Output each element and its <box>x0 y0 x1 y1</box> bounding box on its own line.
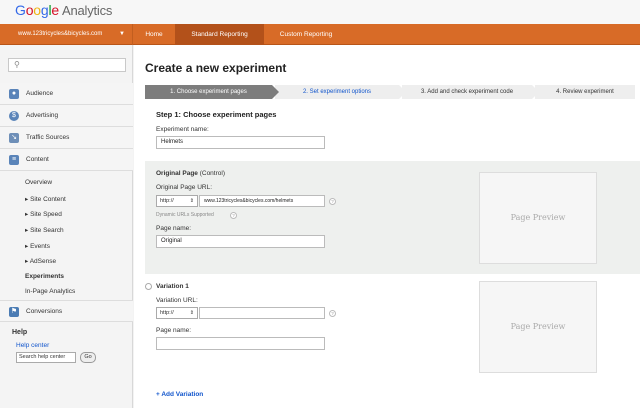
variation-protocol-select[interactable]: http://⇕ <box>156 307 198 319</box>
original-page-name-label: Page name: <box>156 225 192 232</box>
arrows-icon: ↘ <box>9 133 19 143</box>
google-analytics-logo[interactable]: Google Analytics <box>15 2 112 18</box>
help-question-icon[interactable]: ? <box>329 310 336 317</box>
search-icon: ⚲ <box>14 60 20 69</box>
help-heading: Help <box>12 329 28 336</box>
sidebar-subitem-events[interactable]: ▸ Events <box>25 242 50 250</box>
sidebar-subitem-site-search[interactable]: ▸ Site Search <box>25 226 64 234</box>
people-icon: ● <box>9 89 19 99</box>
account-label: www.123tricycles&bicycles.com <box>18 31 103 37</box>
sidebar-subitem-site-content[interactable]: ▸ Site Content <box>25 195 66 203</box>
updown-icon: ⇕ <box>189 310 194 316</box>
caret-down-icon: ▼ <box>119 31 125 37</box>
step-add-code[interactable]: 3. Add and check experiment code <box>402 85 539 99</box>
sidebar-item-advertising[interactable]: $ Advertising <box>0 105 133 127</box>
document-icon: ≡ <box>9 155 19 165</box>
dollar-icon: $ <box>9 111 19 121</box>
variation-heading: Variation 1 <box>156 283 189 290</box>
main-content: Create a new experiment 1. Choose experi… <box>134 45 640 408</box>
tab-custom-reporting[interactable]: Custom Reporting <box>264 24 348 45</box>
account-selector[interactable]: www.123tricycles&bicycles.com ▼ <box>0 24 133 45</box>
original-page-name-input[interactable]: Original <box>156 235 325 248</box>
tab-standard-reporting[interactable]: Standard Reporting <box>175 24 264 45</box>
original-url-input[interactable]: www.123tricycles&bicycles.com/helmets <box>199 195 325 207</box>
sidebar-item-content[interactable]: ≡ Content <box>0 149 133 171</box>
experiment-name-label: Experiment name: <box>156 126 209 133</box>
original-page-heading: Original Page (Control) <box>156 170 225 177</box>
sidebar-search-input[interactable]: ⚲ <box>8 58 126 72</box>
help-question-icon[interactable]: ? <box>329 198 336 205</box>
original-page-preview: Page Preview <box>479 172 597 264</box>
sidebar-subitem-overview[interactable]: Overview <box>25 179 52 186</box>
sidebar-item-audience[interactable]: ● Audience <box>0 83 133 105</box>
variation-radio[interactable] <box>145 283 152 290</box>
step-review[interactable]: 4. Review experiment <box>535 85 635 99</box>
main-navbar: www.123tricycles&bicycles.com ▼ Home Sta… <box>0 24 640 45</box>
variation-url-label: Variation URL: <box>156 297 198 304</box>
variation-url-input[interactable] <box>199 307 325 319</box>
flag-icon: ⚑ <box>9 307 19 317</box>
help-center-link[interactable]: Help center <box>16 342 49 349</box>
help-search-input[interactable]: Search help center <box>16 352 76 363</box>
original-protocol-select[interactable]: http://⇕ <box>156 195 198 207</box>
help-go-button[interactable]: Go <box>80 352 96 363</box>
sidebar: ⚲ ● Audience $ Advertising ↘ Traffic Sou… <box>0 45 133 408</box>
variation-page-preview: Page Preview <box>479 281 597 373</box>
top-header: Google Analytics <box>0 0 640 24</box>
sidebar-subitem-in-page-analytics[interactable]: In-Page Analytics <box>25 288 75 295</box>
sidebar-subitem-adsense[interactable]: ▸ AdSense <box>25 257 56 265</box>
experiment-name-input[interactable]: Helmets <box>156 136 325 149</box>
step-choose-pages[interactable]: 1. Choose experiment pages <box>145 85 279 99</box>
sidebar-item-conversions[interactable]: ⚑ Conversions <box>0 300 133 322</box>
variation-page-name-label: Page name: <box>156 327 192 334</box>
tab-home[interactable]: Home <box>133 24 175 45</box>
sidebar-item-traffic-sources[interactable]: ↘ Traffic Sources <box>0 127 133 149</box>
updown-icon: ⇕ <box>189 198 194 204</box>
dynamic-urls-note: Dynamic URLs Supported <box>156 212 214 218</box>
page-title: Create a new experiment <box>145 61 287 75</box>
original-url-label: Original Page URL: <box>156 184 212 191</box>
sidebar-subitem-experiments[interactable]: Experiments <box>25 273 64 280</box>
step-heading: Step 1: Choose experiment pages <box>156 110 277 119</box>
step-set-options[interactable]: 2. Set experiment options <box>275 85 406 99</box>
variation-page-name-input[interactable] <box>156 337 325 350</box>
help-question-icon[interactable]: ? <box>230 212 237 219</box>
add-variation-link[interactable]: + Add Variation <box>156 391 203 398</box>
sidebar-subitem-site-speed[interactable]: ▸ Site Speed <box>25 210 62 218</box>
wizard-steps: 1. Choose experiment pages 2. Set experi… <box>145 85 635 99</box>
